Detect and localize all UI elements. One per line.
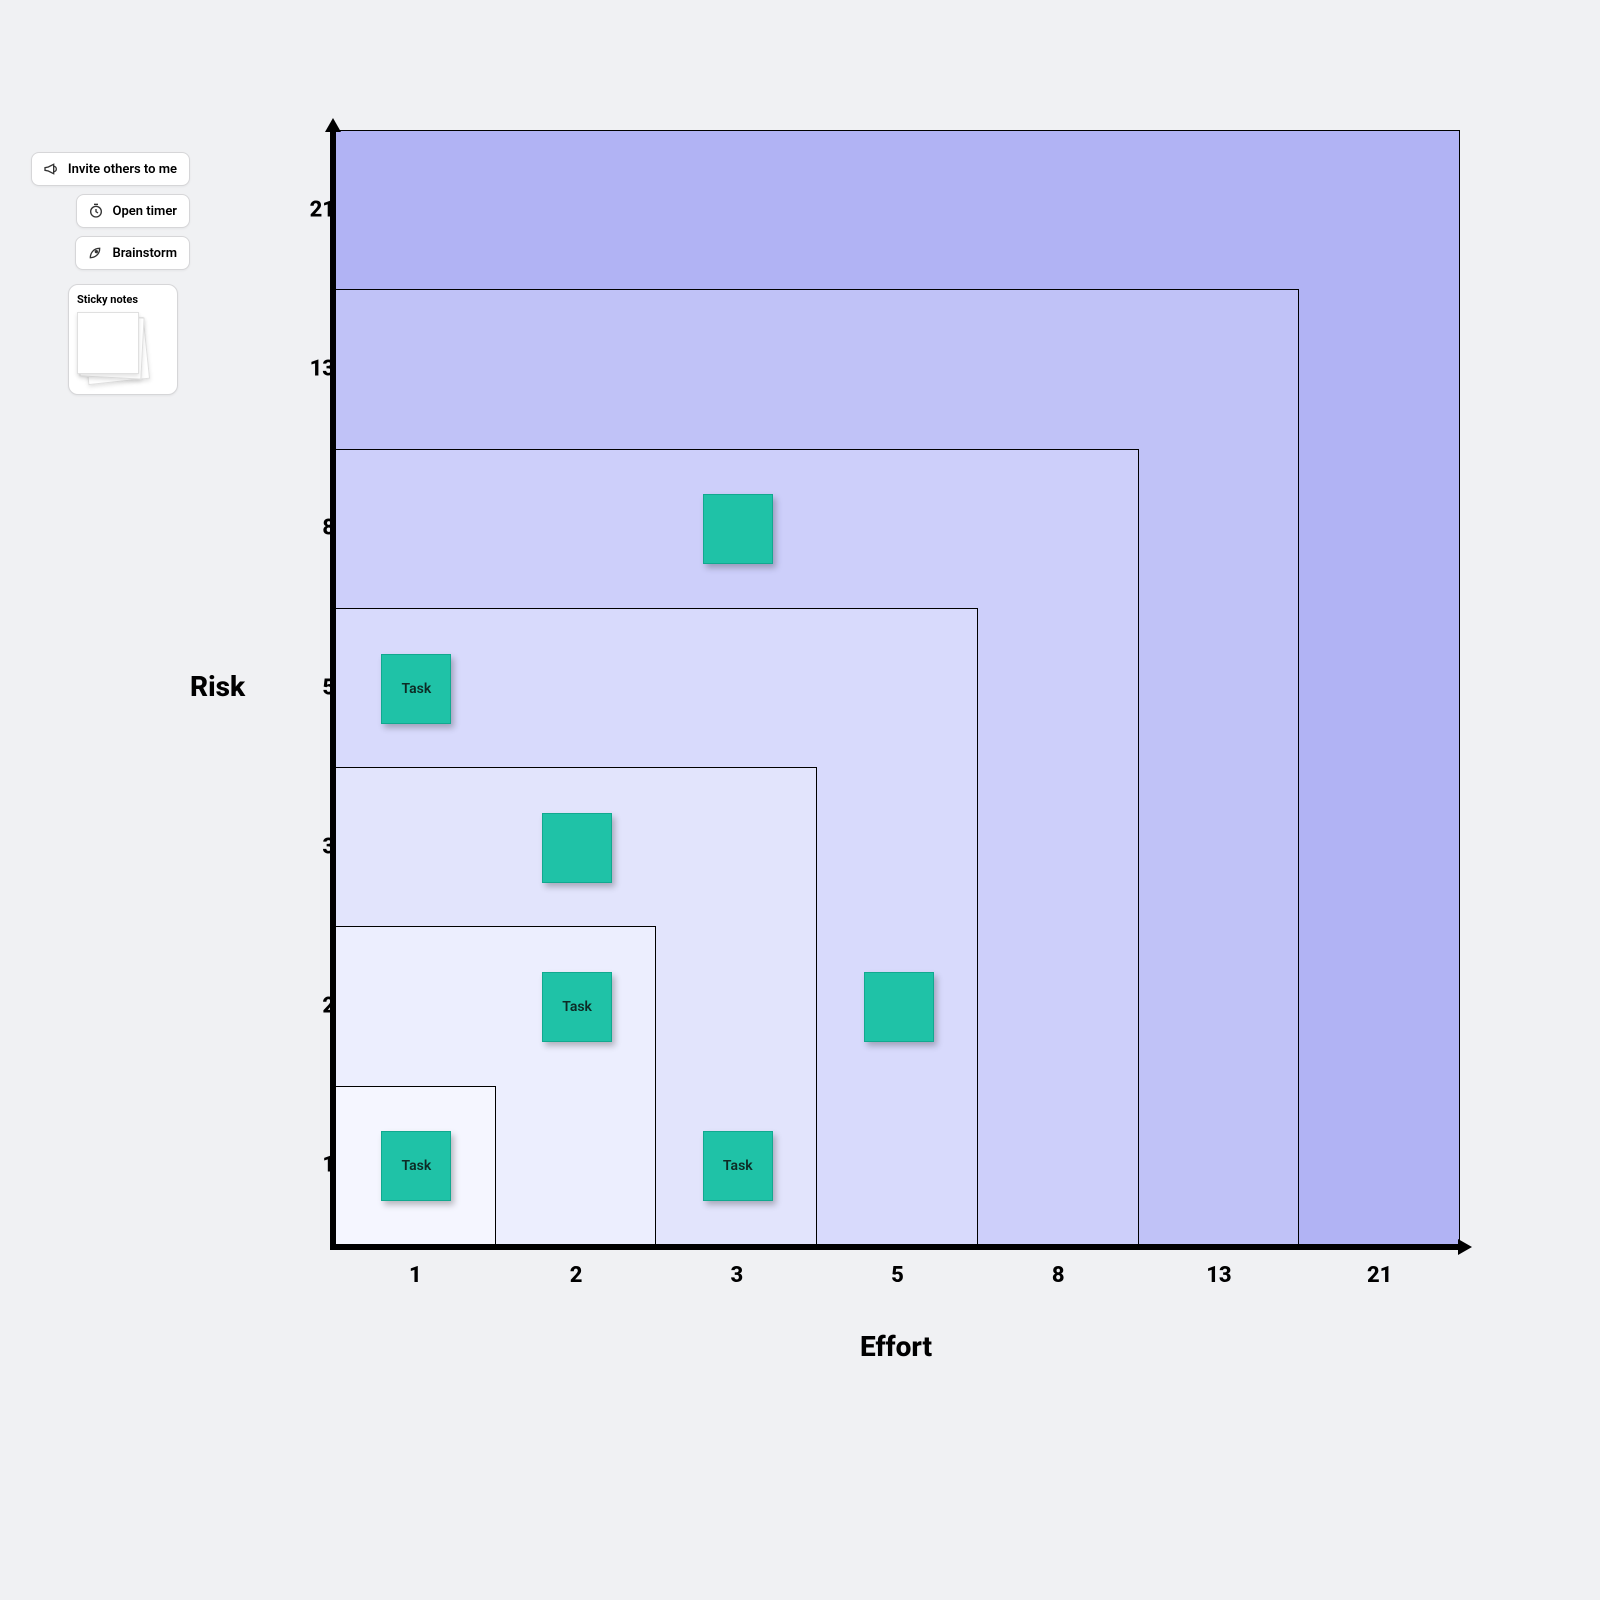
x-tick: 3: [730, 1263, 743, 1288]
task-sticky[interactable]: Task: [542, 972, 612, 1042]
sticky-note-stack-icon: [77, 312, 149, 384]
open-timer-button[interactable]: Open timer: [76, 194, 190, 228]
x-tick: 21: [1367, 1263, 1392, 1288]
task-sticky[interactable]: Task: [703, 1131, 773, 1201]
x-axis-arrow-icon: [1458, 1239, 1472, 1255]
invite-label: Invite others to me: [68, 162, 177, 177]
y-axis-arrow-icon: [325, 118, 341, 132]
brainstorm-button[interactable]: Brainstorm: [75, 236, 190, 270]
timer-icon: [87, 202, 105, 220]
invite-button[interactable]: Invite others to me: [31, 152, 190, 186]
megaphone-icon: [42, 160, 60, 178]
x-tick: 13: [1206, 1263, 1231, 1288]
y-tick: 2: [275, 994, 335, 1019]
y-tick: 21: [275, 197, 335, 222]
x-axis-label: Effort: [860, 1330, 932, 1363]
task-sticky[interactable]: Task: [381, 654, 451, 724]
x-axis: [330, 1245, 1460, 1250]
rocket-icon: [86, 244, 104, 262]
task-sticky[interactable]: [703, 494, 773, 564]
y-tick: 8: [275, 516, 335, 541]
x-tick: 1: [409, 1263, 422, 1288]
x-tick: 8: [1052, 1263, 1065, 1288]
sticky-notes-title: Sticky notes: [77, 293, 138, 306]
y-tick: 3: [275, 834, 335, 859]
risk-effort-chart: Risk Effort 1 2 3 5 8 13 21 1 2 3 5 8 13…: [190, 130, 1510, 1390]
y-tick: 13: [275, 356, 335, 381]
y-tick: 1: [275, 1153, 335, 1178]
x-tick: 2: [570, 1263, 583, 1288]
task-sticky[interactable]: Task: [381, 1131, 451, 1201]
x-tick: 5: [891, 1263, 904, 1288]
sticky-notes-panel[interactable]: Sticky notes: [68, 284, 178, 395]
task-sticky[interactable]: [542, 813, 612, 883]
task-sticky[interactable]: [864, 972, 934, 1042]
plot-area[interactable]: Risk Effort 1 2 3 5 8 13 21 1 2 3 5 8 13…: [330, 130, 1460, 1250]
side-toolbar: Invite others to me Open timer Brainstor…: [20, 152, 190, 395]
open-timer-label: Open timer: [113, 204, 177, 219]
brainstorm-label: Brainstorm: [112, 246, 177, 261]
y-tick: 5: [275, 675, 335, 700]
y-axis-label: Risk: [190, 670, 245, 703]
